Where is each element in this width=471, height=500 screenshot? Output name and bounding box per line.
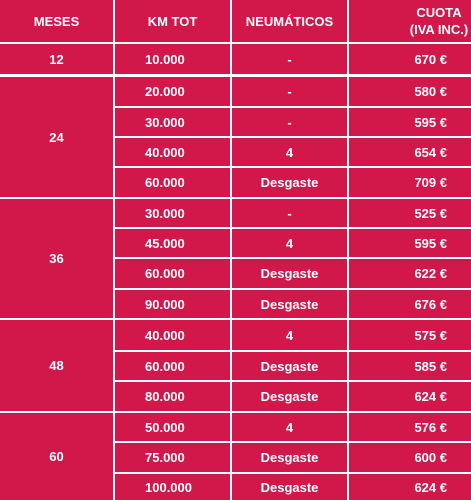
neumaticos-cell: - (232, 108, 347, 136)
cuota-cell: 622 € (349, 259, 471, 288)
cuota-cell: 624 € (349, 382, 471, 411)
km-cell: 50.000 (115, 413, 230, 441)
neumaticos-cell: Desgaste (232, 259, 347, 288)
km-cell: 20.000 (115, 77, 230, 106)
neumaticos-cell: - (232, 199, 347, 227)
neumaticos-cell: Desgaste (232, 290, 347, 318)
km-cell: 60.000 (115, 168, 230, 197)
cuota-cell: 676 € (349, 290, 471, 318)
cuota-cell: 575 € (349, 320, 471, 350)
km-cell: 90.000 (115, 290, 230, 318)
km-cell: 60.000 (115, 352, 230, 380)
header-meses: MESES (0, 0, 113, 42)
km-cell: 30.000 (115, 108, 230, 136)
cuota-cell: 654 € (349, 138, 471, 166)
cuota-cell: 600 € (349, 443, 471, 472)
neumaticos-cell: Desgaste (232, 443, 347, 472)
cuota-cell: 580 € (349, 77, 471, 106)
km-cell: 60.000 (115, 259, 230, 288)
neumaticos-cell: 4 (232, 413, 347, 441)
cuota-cell: 585 € (349, 352, 471, 380)
header-neumaticos: NEUMÁTICOS (232, 0, 347, 42)
km-cell: 10.000 (115, 44, 230, 74)
km-cell: 100.000 (115, 474, 230, 500)
neumaticos-cell: Desgaste (232, 352, 347, 380)
meses-cell: 24 (0, 77, 113, 197)
neumaticos-cell: Desgaste (232, 474, 347, 500)
header-cuota-label: CUOTA (IVA INC.) (409, 5, 469, 37)
cuota-cell: 525 € (349, 199, 471, 227)
pricing-table: MESES KM TOT NEUMÁTICOS CUOTA (IVA INC.)… (0, 0, 471, 500)
meses-cell: 36 (0, 199, 113, 318)
neumaticos-cell: 4 (232, 320, 347, 350)
meses-cell: 12 (0, 44, 113, 74)
km-cell: 80.000 (115, 382, 230, 411)
cuota-cell: 624 € (349, 474, 471, 500)
neumaticos-cell: - (232, 77, 347, 106)
neumaticos-cell: 4 (232, 229, 347, 257)
meses-cell: 48 (0, 320, 113, 411)
km-cell: 40.000 (115, 138, 230, 166)
km-cell: 75.000 (115, 443, 230, 472)
km-cell: 40.000 (115, 320, 230, 350)
header-cuota: CUOTA (IVA INC.) (349, 0, 471, 42)
neumaticos-cell: Desgaste (232, 382, 347, 411)
cuota-cell: 595 € (349, 229, 471, 257)
header-km-tot: KM TOT (115, 0, 230, 42)
cuota-cell: 709 € (349, 168, 471, 197)
neumaticos-cell: 4 (232, 138, 347, 166)
neumaticos-cell: - (232, 44, 347, 74)
cuota-cell: 576 € (349, 413, 471, 441)
km-cell: 30.000 (115, 199, 230, 227)
meses-cell: 60 (0, 413, 113, 500)
km-cell: 45.000 (115, 229, 230, 257)
neumaticos-cell: Desgaste (232, 168, 347, 197)
cuota-cell: 670 € (349, 44, 471, 74)
cuota-cell: 595 € (349, 108, 471, 136)
